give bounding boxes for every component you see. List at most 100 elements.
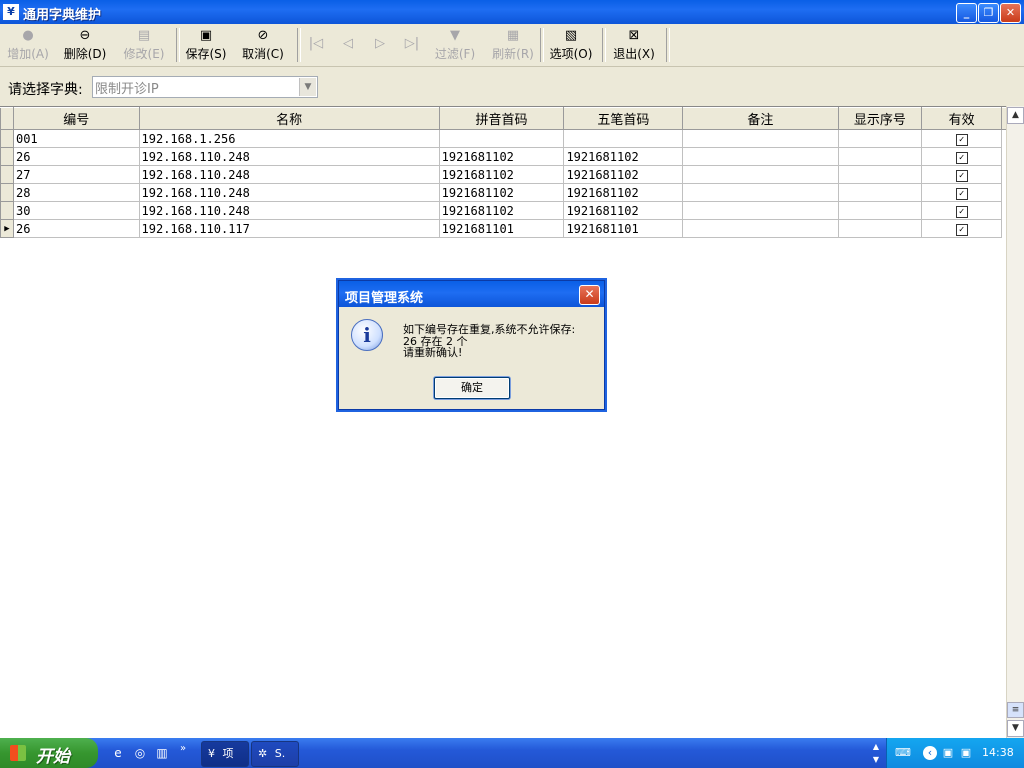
scroll-thumb[interactable]: ≡	[1007, 702, 1024, 718]
table-cell[interactable]: 192.168.110.248	[138, 183, 440, 202]
row-indicator[interactable]	[0, 183, 14, 202]
table-cell[interactable]	[837, 165, 923, 184]
table-cell[interactable]: 192.168.110.248	[138, 201, 440, 220]
checkbox[interactable]: ✓	[955, 134, 968, 146]
clock[interactable]: 14:38	[982, 746, 1014, 759]
table-cell[interactable]: 1921681101	[563, 219, 684, 238]
valid-checkbox-cell[interactable]: ✓	[921, 201, 1002, 220]
ok-button[interactable]: 确定	[434, 377, 510, 399]
table-cell[interactable]	[837, 147, 923, 166]
window-close-button[interactable]: ✕	[1000, 3, 1021, 23]
chevron-left-icon[interactable]: ‹	[923, 746, 937, 760]
first-record-button[interactable]: |◁	[308, 26, 324, 64]
taskbar-item-app[interactable]: ¥ 项	[201, 741, 249, 767]
table-cell[interactable]	[438, 129, 565, 148]
row-indicator[interactable]	[0, 129, 14, 148]
table-cell[interactable]	[682, 129, 839, 148]
column-header[interactable]: 显示序号	[837, 107, 923, 130]
restore-button[interactable]: ❐	[978, 3, 999, 23]
column-header[interactable]: 拼音首码	[438, 107, 565, 130]
exit-button[interactable]: ⊠ 退出(X)	[611, 26, 657, 64]
table-cell[interactable]	[682, 219, 839, 238]
column-header[interactable]: 名称	[138, 107, 440, 130]
row-indicator[interactable]	[0, 165, 14, 184]
show-desktop-icon[interactable]: ▥	[154, 745, 170, 761]
window-title-bar[interactable]: ¥ 通用字典维护 _ ❐ ✕	[0, 0, 1024, 24]
table-cell[interactable]	[563, 129, 684, 148]
table-row[interactable]: 30 192.168.110.248 1921681102 1921681102 ✓	[0, 201, 1007, 220]
checkbox[interactable]: ✓	[955, 170, 968, 182]
table-cell[interactable]: 30	[12, 201, 140, 220]
table-cell[interactable]: 28	[12, 183, 140, 202]
table-cell[interactable]: 192.168.110.248	[138, 165, 440, 184]
column-header[interactable]: 备注	[682, 107, 839, 130]
network-icon[interactable]: ▣	[941, 746, 955, 760]
column-header[interactable]: 五笔首码	[563, 107, 684, 130]
network-icon[interactable]: ▣	[959, 746, 973, 760]
table-cell[interactable]: 192.168.110.248	[138, 147, 440, 166]
options-button[interactable]: ▧ 选项(O)	[548, 26, 594, 64]
browser-icon[interactable]: ◎	[132, 745, 148, 761]
checkbox[interactable]: ✓	[955, 224, 968, 236]
checkbox[interactable]: ✓	[955, 152, 968, 164]
column-header[interactable]: 编号	[12, 107, 140, 130]
keyboard-icon[interactable]: ⌨	[895, 746, 911, 760]
taskbar-item-s[interactable]: ✲ S.	[251, 741, 299, 767]
table-cell[interactable]: 26	[12, 147, 140, 166]
table-cell[interactable]: 1921681102	[563, 201, 684, 220]
table-cell[interactable]	[682, 183, 839, 202]
table-cell[interactable]	[682, 147, 839, 166]
valid-checkbox-cell[interactable]: ✓	[921, 165, 1002, 184]
valid-checkbox-cell[interactable]: ✓	[921, 183, 1002, 202]
scroll-up-button[interactable]: ▲	[1007, 107, 1024, 124]
next-record-button[interactable]: ▷	[372, 26, 388, 64]
table-cell[interactable]	[837, 183, 923, 202]
table-cell[interactable]	[682, 165, 839, 184]
table-cell[interactable]	[837, 129, 923, 148]
dict-select-input[interactable]	[95, 79, 295, 95]
scroll-down-button[interactable]: ▼	[1007, 720, 1024, 737]
refresh-button[interactable]: ▦ 刷新(R)	[490, 26, 536, 64]
table-cell[interactable]: 26	[12, 219, 140, 238]
data-grid[interactable]: 编号 名称 拼音首码 五笔首码 备注 显示序号 有效 001 192.168.1.256 ✓ 26…	[0, 106, 1006, 739]
table-cell[interactable]: 1921681102	[438, 183, 565, 202]
table-row[interactable]: 28 192.168.110.248 1921681102 1921681102 ✓	[0, 183, 1007, 202]
previous-record-button[interactable]: ◁	[340, 26, 356, 64]
table-cell[interactable]	[837, 201, 923, 220]
valid-checkbox-cell[interactable]: ✓	[921, 129, 1002, 148]
add-button[interactable]: ● 增加(A)	[5, 26, 51, 64]
table-cell[interactable]: 1921681102	[438, 201, 565, 220]
dialog-close-button[interactable]: ✕	[579, 285, 600, 305]
taskbar-scroll-buttons[interactable]: ▲ ▼	[870, 740, 882, 766]
checkbox[interactable]: ✓	[955, 188, 968, 200]
last-record-button[interactable]: ▷|	[404, 26, 420, 64]
save-button[interactable]: ▣ 保存(S)	[183, 26, 229, 64]
start-button[interactable]: 开始	[0, 738, 98, 768]
checkbox[interactable]: ✓	[955, 206, 968, 218]
table-cell[interactable]: 1921681102	[563, 183, 684, 202]
minimize-button[interactable]: _	[956, 3, 977, 23]
table-cell[interactable]: 1921681101	[438, 219, 565, 238]
row-indicator[interactable]: ▶	[0, 219, 14, 238]
filter-button[interactable]: ▼ 过滤(F)	[432, 26, 478, 64]
table-row[interactable]: 27 192.168.110.248 1921681102 1921681102 ✓	[0, 165, 1007, 184]
table-cell[interactable]	[682, 201, 839, 220]
app-icon[interactable]: ¥	[3, 4, 19, 20]
table-row[interactable]: ▶ 26 192.168.110.117 1921681101 1921681101 ✓	[0, 219, 1007, 238]
quick-launch-expand-icon[interactable]: »	[178, 741, 188, 757]
row-indicator[interactable]	[0, 147, 14, 166]
row-indicator[interactable]	[0, 201, 14, 220]
delete-button[interactable]: ⊖ 删除(D)	[60, 26, 110, 64]
table-cell[interactable]: 1921681102	[563, 165, 684, 184]
table-cell[interactable]: 1921681102	[563, 147, 684, 166]
table-cell[interactable]: 001	[12, 129, 140, 148]
valid-checkbox-cell[interactable]: ✓	[921, 219, 1002, 238]
chevron-down-icon[interactable]: ▼	[299, 78, 316, 96]
table-row[interactable]: 001 192.168.1.256 ✓	[0, 129, 1007, 148]
table-cell[interactable]	[837, 219, 923, 238]
dict-select[interactable]: ▼	[92, 76, 318, 98]
table-cell[interactable]: 27	[12, 165, 140, 184]
table-cell[interactable]: 192.168.1.256	[138, 129, 440, 148]
vertical-scrollbar[interactable]: ▲ ≡ ▼	[1006, 106, 1024, 738]
edit-button[interactable]: ▤ 修改(E)	[120, 26, 168, 64]
